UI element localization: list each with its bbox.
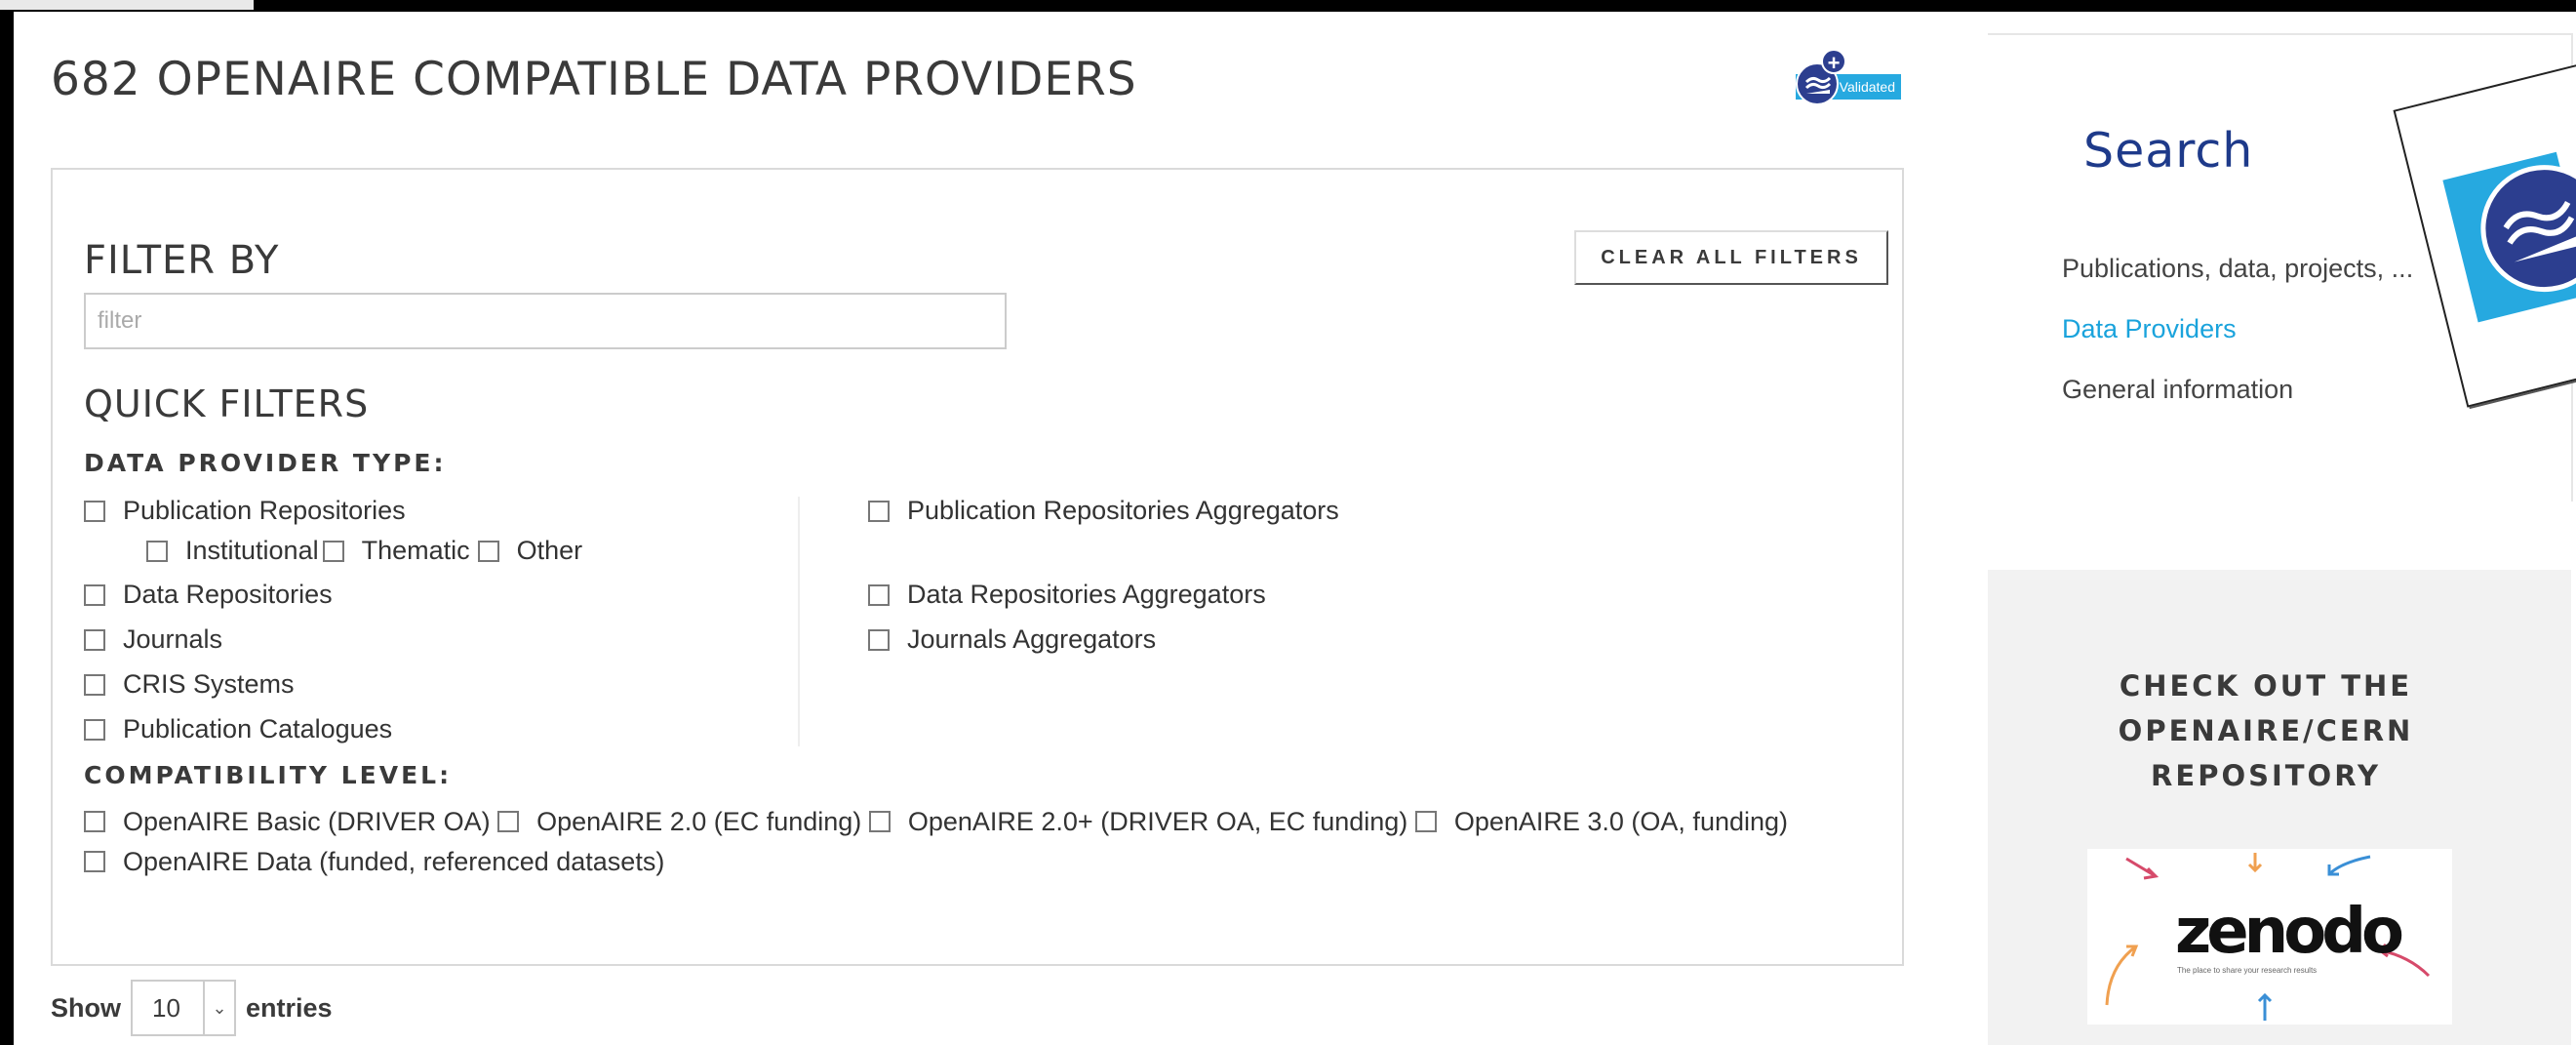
- checkbox-thematic[interactable]: Thematic: [322, 536, 470, 566]
- checkbox-label: Publication Repositories: [123, 496, 406, 525]
- compatibility-options: OpenAIRE Basic (DRIVER OA) OpenAIRE 2.0 …: [84, 802, 1898, 882]
- checkbox-label: Other: [516, 536, 583, 565]
- zenodo-wordmark: zenodo: [2175, 896, 2404, 968]
- validated-badge[interactable]: Validated +: [1782, 49, 1901, 105]
- checkbox-label: Journals: [123, 624, 223, 654]
- checkbox-label: OpenAIRE 3.0 (OA, funding): [1453, 807, 1789, 836]
- chevron-down-icon: ⌄: [203, 982, 234, 1034]
- checkbox-label: Thematic: [361, 536, 470, 565]
- checkbox-label: Data Repositories Aggregators: [907, 580, 1266, 609]
- checkbox-box[interactable]: [322, 540, 344, 562]
- data-provider-type-heading: DATA PROVIDER TYPE:: [84, 449, 447, 477]
- zenodo-logo[interactable]: zenodo The place to share your research …: [2087, 849, 2452, 1025]
- checkbox-data-repositories-aggregators[interactable]: Data Repositories Aggregators: [868, 580, 1266, 610]
- show-label: Show: [51, 992, 121, 1023]
- promo-heading-line: REPOSITORY: [2151, 759, 2381, 792]
- sidebar-link-publications[interactable]: Publications, data, projects, ...: [2062, 254, 2413, 284]
- promo-heading: CHECK OUT THE OPENAIRE/CERN REPOSITORY: [1988, 663, 2544, 798]
- entries-select-value: 10: [152, 992, 180, 1023]
- checkbox-box[interactable]: [84, 851, 105, 872]
- column-divider: [798, 497, 800, 746]
- checkbox-publication-catalogues[interactable]: Publication Catalogues: [84, 714, 392, 744]
- zenodo-tagline: The place to share your research results: [2177, 966, 2318, 975]
- filter-panel: FILTER BY CLEAR ALL FILTERS QUICK FILTER…: [51, 168, 1904, 966]
- checkbox-label: OpenAIRE Basic (DRIVER OA): [123, 807, 491, 836]
- entries-select[interactable]: 10 ⌄: [131, 980, 236, 1036]
- checkbox-openaire-2-plus[interactable]: OpenAIRE 2.0+ (DRIVER OA, EC funding): [868, 807, 1408, 836]
- checkbox-box[interactable]: [868, 583, 890, 606]
- plus-icon: +: [1821, 49, 1846, 75]
- page-title: 682 OPENAIRE COMPATIBLE DATA PROVIDERS: [51, 53, 1137, 106]
- checkbox-openaire-2[interactable]: OpenAIRE 2.0 (EC funding): [497, 807, 861, 836]
- search-title: Search: [2083, 123, 2254, 179]
- checkbox-institutional[interactable]: Institutional: [146, 536, 319, 566]
- clear-all-filters-button[interactable]: CLEAR ALL FILTERS: [1574, 230, 1888, 285]
- checkbox-openaire-data[interactable]: OpenAIRE Data (funded, referenced datase…: [84, 847, 664, 876]
- entries-control: Show 10 ⌄ entries: [51, 980, 333, 1036]
- checkbox-box[interactable]: [497, 811, 520, 832]
- checkbox-box[interactable]: [146, 540, 168, 562]
- checkbox-publication-repositories[interactable]: Publication Repositories: [84, 496, 406, 526]
- checkbox-cris-systems[interactable]: CRIS Systems: [84, 669, 295, 700]
- checkbox-box[interactable]: [84, 583, 105, 606]
- compatibility-level-heading: COMPATIBILITY LEVEL:: [84, 761, 453, 789]
- checkbox-box[interactable]: [84, 718, 105, 741]
- checkbox-box[interactable]: [477, 540, 499, 562]
- promo-heading-line: CHECK OUT THE: [2119, 669, 2413, 703]
- sidebar-link-data-providers[interactable]: Data Providers: [2062, 314, 2237, 344]
- page: 682 OPENAIRE COMPATIBLE DATA PROVIDERS V…: [14, 12, 2576, 1045]
- checkbox-box[interactable]: [84, 811, 105, 832]
- checkbox-label: Journals Aggregators: [907, 624, 1157, 654]
- checkbox-label: Data Repositories: [123, 580, 333, 609]
- promo-heading-line: OPENAIRE/CERN: [2118, 714, 2414, 747]
- publication-subtypes: Institutional Thematic Other: [146, 536, 582, 566]
- checkbox-openaire-basic[interactable]: OpenAIRE Basic (DRIVER OA): [84, 807, 491, 836]
- checkbox-box[interactable]: [868, 500, 890, 522]
- checkbox-journals-aggregators[interactable]: Journals Aggregators: [868, 624, 1156, 655]
- entries-label: entries: [246, 992, 333, 1023]
- filter-input[interactable]: [84, 293, 1007, 349]
- checkbox-data-repositories[interactable]: Data Repositories: [84, 580, 333, 610]
- checkbox-box[interactable]: [84, 500, 105, 522]
- checkbox-label: Institutional: [185, 536, 319, 565]
- checkbox-label: CRIS Systems: [123, 669, 295, 699]
- zenodo-promo-panel: CHECK OUT THE OPENAIRE/CERN REPOSITORY z…: [1988, 570, 2571, 1045]
- sidebar-link-general-information[interactable]: General information: [2062, 375, 2293, 405]
- browser-top-strip: [0, 0, 254, 10]
- quick-filters-heading: QUICK FILTERS: [84, 382, 370, 425]
- checkbox-other[interactable]: Other: [477, 536, 583, 566]
- checkbox-label: OpenAIRE 2.0+ (DRIVER OA, EC funding): [907, 807, 1408, 836]
- checkbox-box[interactable]: [84, 628, 105, 651]
- checkbox-label: OpenAIRE 2.0 (EC funding): [536, 807, 862, 836]
- checkbox-box[interactable]: [84, 673, 105, 696]
- checkbox-box[interactable]: [868, 811, 891, 832]
- checkbox-journals[interactable]: Journals: [84, 624, 222, 655]
- divider: [1988, 33, 2571, 35]
- checkbox-label: Publication Catalogues: [123, 714, 393, 744]
- checkbox-label: Publication Repositories Aggregators: [907, 496, 1339, 525]
- filter-by-heading: FILTER BY: [84, 238, 280, 283]
- checkbox-box[interactable]: [868, 628, 890, 651]
- checkbox-publication-repositories-aggregators[interactable]: Publication Repositories Aggregators: [868, 496, 1339, 526]
- checkbox-box[interactable]: [1414, 811, 1437, 832]
- checkbox-openaire-3[interactable]: OpenAIRE 3.0 (OA, funding): [1414, 807, 1789, 836]
- checkbox-label: OpenAIRE Data (funded, referenced datase…: [123, 847, 665, 876]
